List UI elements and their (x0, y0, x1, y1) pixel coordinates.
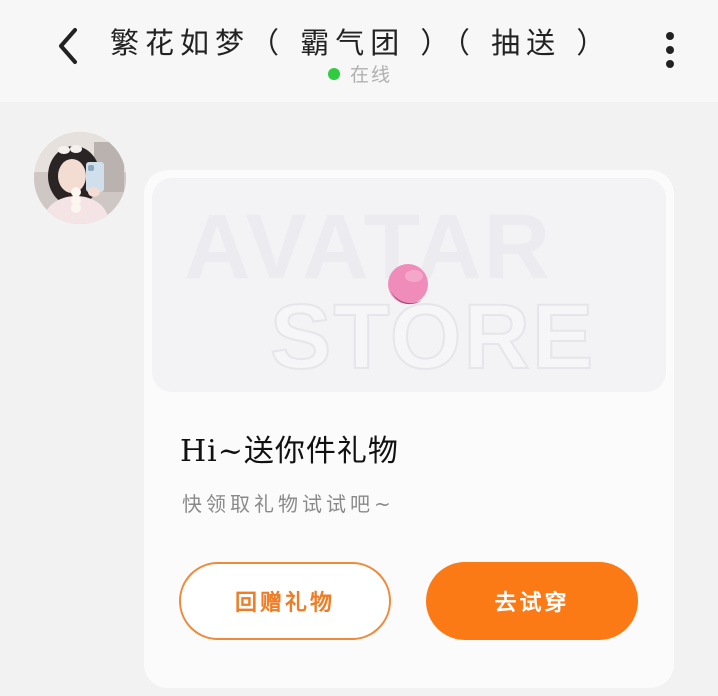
try-on-button[interactable]: 去试穿 (426, 562, 638, 640)
dot (666, 60, 674, 68)
more-options-button[interactable] (648, 26, 692, 74)
gift-title: Hi~送你件礼物 (180, 434, 399, 469)
avatar-store-banner: AVATAR STORE (152, 178, 666, 392)
banner-watermark-bottom: STORE (270, 286, 595, 388)
loading-ball-icon (388, 264, 428, 305)
chat-header: 繁花如梦（ 霸气团 ）（ 抽送 ） 在线 (0, 0, 718, 102)
vertical-dots-icon (666, 32, 674, 40)
back-button[interactable] (40, 22, 96, 74)
banner-watermark-top: AVATAR (184, 196, 552, 298)
return-gift-button[interactable]: 回赠礼物 (179, 562, 391, 640)
online-status: 在线 (110, 60, 610, 87)
gift-subtitle: 快领取礼物试试吧~ (182, 492, 395, 516)
online-dot-icon (327, 67, 340, 80)
status-text: 在线 (349, 64, 392, 86)
sender-avatar[interactable] (34, 132, 126, 224)
chat-title: 繁花如梦（ 霸气团 ）（ 抽送 ） (110, 26, 612, 60)
chevron-left-icon (53, 26, 83, 70)
dot (666, 46, 674, 54)
gift-card[interactable]: AVATAR STORE Hi~送你件礼物 快领取礼物试试吧~ 回赠礼物 去试穿 (144, 170, 674, 688)
